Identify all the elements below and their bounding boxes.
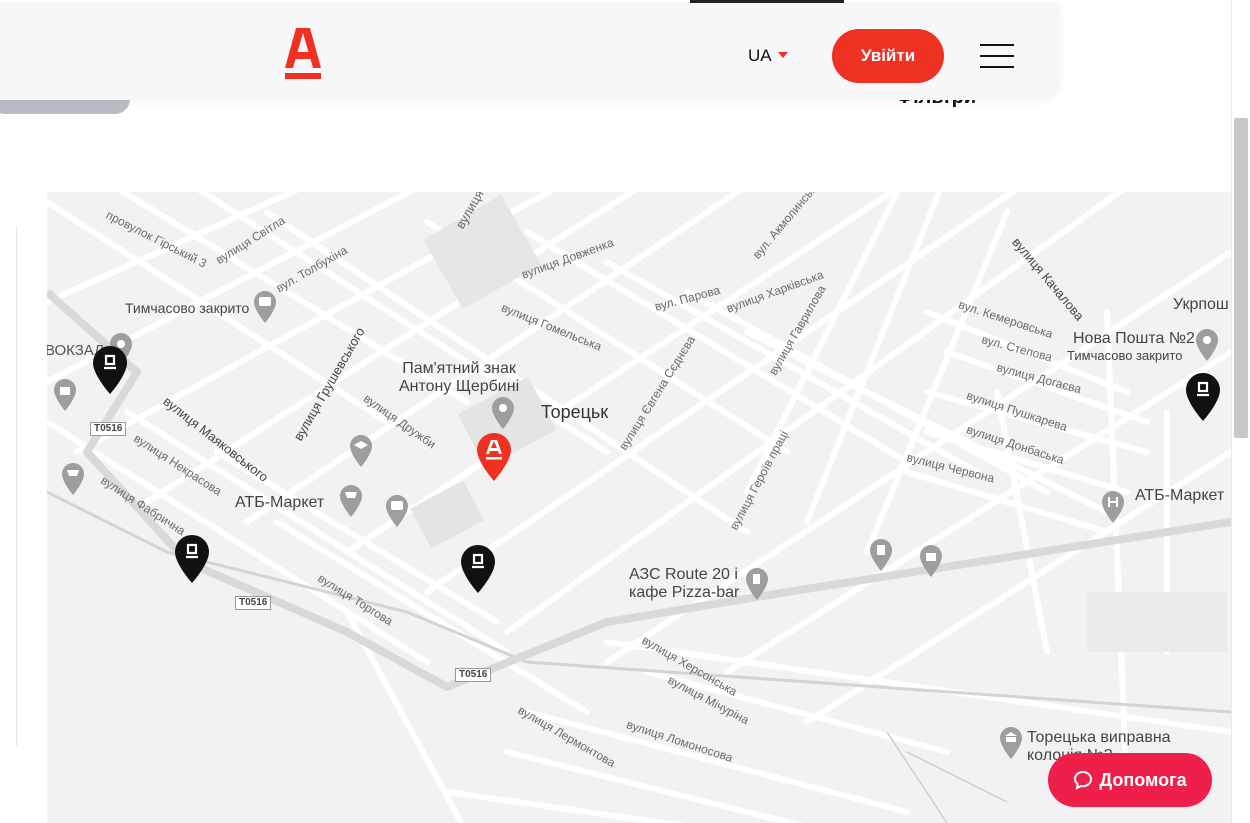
scrollbar-thumb[interactable]	[1234, 118, 1248, 438]
poi-label: Укрпош	[1173, 296, 1229, 313]
shopping-bag-icon[interactable]	[919, 544, 943, 578]
poi-label: Нова Пошта №2	[1073, 330, 1195, 347]
help-label: Допомога	[1099, 769, 1187, 790]
shopping-cart-icon[interactable]	[339, 484, 363, 518]
colony-line1: Торецька виправна	[1027, 729, 1171, 746]
museum-icon[interactable]	[999, 726, 1023, 760]
memorial-line1: Пам'ятний знак	[402, 360, 516, 377]
road-badge: T0516	[90, 422, 127, 436]
language-code: UA	[748, 46, 772, 65]
bank-branch-pin-icon[interactable]	[92, 345, 128, 395]
location-icon[interactable]	[1195, 328, 1219, 362]
bank-branch-pin-icon[interactable]	[1185, 372, 1221, 422]
map-view[interactable]: провулок Гірський 3 вулиця Світла вул. Т…	[47, 192, 1231, 823]
language-selector[interactable]: UA	[748, 46, 788, 66]
site-header: UA Увійти	[0, 2, 1060, 100]
chevron-down-icon	[777, 52, 788, 58]
azs-line1: АЗС Route 20 і	[629, 566, 738, 583]
poi-label: Тимчасово закрито	[1067, 348, 1183, 363]
camera-icon[interactable]	[491, 396, 515, 430]
memorial-label: Пам'ятний знак Антону Щербині	[399, 360, 519, 396]
shopping-bag-icon[interactable]	[53, 378, 77, 412]
school-icon[interactable]	[349, 434, 373, 468]
road-badge: T0516	[235, 596, 272, 610]
city-label: Торецьк	[541, 402, 609, 422]
azs-line2: кафе Pizza-bar	[629, 584, 740, 601]
hospital-icon[interactable]	[1101, 490, 1125, 524]
poi-label: Тимчасово закрито	[125, 300, 250, 316]
azs-label: АЗС Route 20 і кафе Pizza-bar	[629, 566, 739, 602]
poi-label: АТБ-Маркет	[235, 494, 325, 511]
shopping-cart-icon[interactable]	[61, 462, 85, 496]
poi-label: АТБ-Маркет	[1135, 487, 1225, 504]
bank-branch-pin-icon[interactable]	[174, 534, 210, 584]
chat-bubble-icon	[1074, 770, 1093, 790]
top-edge-fragment	[690, 0, 844, 3]
login-button[interactable]: Увійти	[832, 29, 944, 83]
memorial-line2: Антону Щербині	[399, 378, 520, 395]
bus-stop-icon[interactable]	[385, 494, 409, 528]
hamburger-menu-icon[interactable]	[980, 44, 1014, 70]
alfa-bank-pin-icon[interactable]	[476, 432, 512, 482]
alfa-logo-icon[interactable]	[284, 26, 322, 80]
help-button[interactable]: Допомога	[1048, 753, 1212, 807]
road-badge: T0516	[455, 668, 492, 682]
gas-station-icon[interactable]	[745, 567, 769, 601]
trash-icon[interactable]	[869, 538, 893, 572]
left-divider	[16, 226, 17, 746]
bus-stop-icon[interactable]	[253, 290, 277, 324]
bank-branch-pin-icon[interactable]	[460, 544, 496, 594]
